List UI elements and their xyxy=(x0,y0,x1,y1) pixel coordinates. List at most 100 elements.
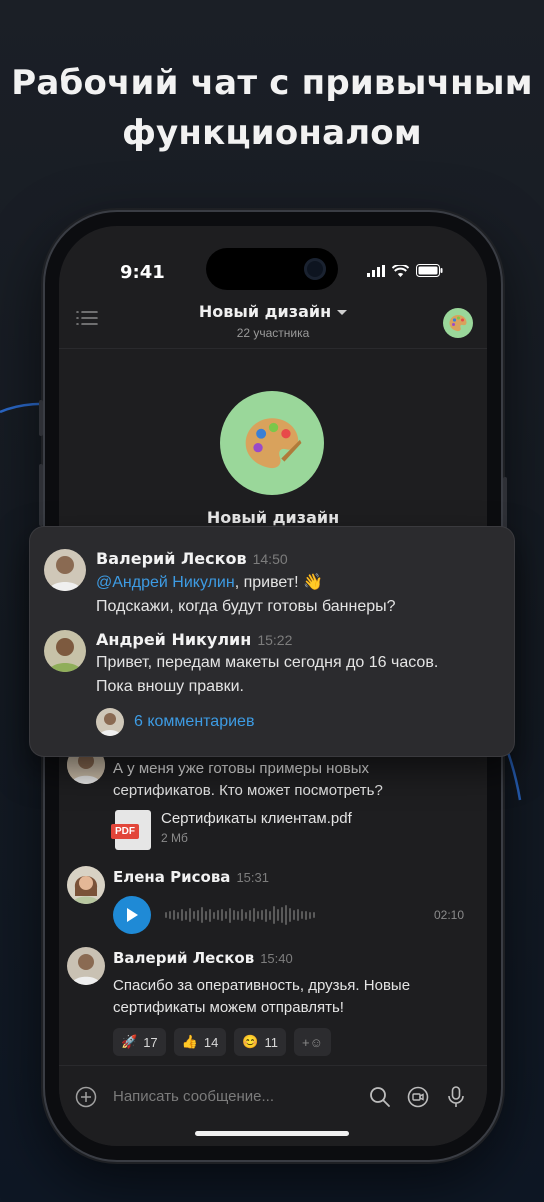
waveform-bar xyxy=(297,909,299,921)
reaction-count: 14 xyxy=(203,1034,219,1050)
plus-icon[interactable] xyxy=(75,1086,97,1108)
waveform-bar xyxy=(305,910,307,920)
waveform-bar xyxy=(197,909,199,921)
add-reaction-icon[interactable]: +☺ xyxy=(302,1035,323,1050)
chat-title[interactable]: Новый дизайн xyxy=(59,302,487,321)
chat-title-text[interactable]: Новый дизайн xyxy=(199,302,331,321)
file-name[interactable]: Сертификаты клиентам.pdf xyxy=(161,810,352,827)
microphone-icon[interactable] xyxy=(447,1086,465,1108)
message-text: Привет, передам макеты сегодня до 16 час… xyxy=(96,651,438,699)
message-header: Елена Рисова 15:31 xyxy=(113,868,269,887)
participants-count: 22 участника xyxy=(236,326,310,340)
reaction-smile[interactable]: 😊 11 xyxy=(234,1028,286,1056)
reaction-thumbs-up[interactable]: 👍 14 xyxy=(173,1028,227,1056)
message-header: Валерий Лесков 14:50 xyxy=(96,549,288,569)
message-header: Валерий Лесков 15:40 xyxy=(113,949,293,968)
reaction-count: 17 xyxy=(143,1034,158,1050)
file-attachment[interactable]: PDF Сертификаты клиентам.pdf 2 Мб xyxy=(111,810,352,850)
user-photo-icon xyxy=(96,708,124,736)
user-photo-icon xyxy=(44,630,86,672)
waveform-bar xyxy=(277,909,279,921)
voice-waveform[interactable] xyxy=(165,900,315,930)
reaction-count: 11 xyxy=(264,1034,279,1050)
message-line: сертификатов. Кто может посмотреть? xyxy=(113,782,383,799)
search-icon[interactable] xyxy=(369,1086,391,1108)
message-line: @Андрей Никулин, привет! 👋 xyxy=(96,571,396,595)
chevron-down-icon[interactable] xyxy=(337,310,348,315)
waveform-bar xyxy=(301,911,303,919)
camera-icon xyxy=(304,258,326,280)
palette-icon xyxy=(449,315,467,332)
waveform-bar xyxy=(273,906,275,924)
message-author[interactable]: Валерий Лесков xyxy=(113,949,254,967)
add-reaction-button[interactable]: +☺ xyxy=(294,1028,331,1056)
waveform-bar xyxy=(309,911,311,919)
signal-icon xyxy=(367,264,385,277)
avatar[interactable] xyxy=(67,947,105,985)
pdf-icon: PDF xyxy=(111,810,151,850)
group-name: Новый дизайн xyxy=(206,508,340,527)
avatar xyxy=(96,708,124,736)
waveform-bar xyxy=(269,910,271,920)
waveform-bar xyxy=(217,910,219,920)
waveform-bar xyxy=(189,908,191,922)
reaction-rocket[interactable]: 🚀 17 xyxy=(113,1028,166,1056)
play-button[interactable] xyxy=(113,896,151,934)
reactions-bar: 🚀 17 👍 14 😊 11 +☺ xyxy=(113,1028,331,1056)
home-indicator[interactable] xyxy=(195,1131,349,1136)
waveform-bar xyxy=(181,909,183,921)
message-input[interactable]: Написать сообщение... xyxy=(113,1088,274,1105)
chat-avatar[interactable] xyxy=(443,308,473,338)
waveform-bar xyxy=(229,907,231,923)
waveform-bar xyxy=(281,907,283,923)
message-composer: Написать сообщение... xyxy=(59,1065,487,1146)
waveform-bar xyxy=(221,909,223,921)
message-text: Спасибо за оперативность, друзья. Новые … xyxy=(113,975,410,1019)
waveform-bar xyxy=(253,908,255,922)
waveform-bar xyxy=(193,911,195,919)
message-line: Привет, передам макеты сегодня до 16 час… xyxy=(96,654,439,671)
waveform-bar xyxy=(177,911,179,919)
status-time: 9:41 xyxy=(120,262,165,283)
waveform-bar xyxy=(313,912,315,918)
voice-duration: 02:10 xyxy=(434,908,465,922)
comments-link[interactable]: 6 комментариев xyxy=(134,713,254,731)
headline-line-1: Рабочий чат с привычным xyxy=(11,63,533,103)
message-author[interactable]: Андрей Никулин xyxy=(96,630,251,649)
message-author[interactable]: Валерий Лесков xyxy=(96,549,247,568)
message-line: Пока вношу правки. xyxy=(96,678,244,695)
avatar[interactable] xyxy=(44,630,86,672)
message-time: 15:40 xyxy=(260,951,293,966)
message-time: 14:50 xyxy=(252,551,288,567)
message-time: 15:22 xyxy=(257,632,293,648)
message-text: А у меня уже готовы примеры новых сертиф… xyxy=(113,758,383,802)
thread-comments[interactable]: 6 комментариев xyxy=(96,708,254,736)
message-text: @Андрей Никулин, привет! 👋 Подскажи, ког… xyxy=(96,571,396,619)
status-icons xyxy=(367,264,443,277)
highlighted-thread-card: Валерий Лесков 14:50 @Андрей Никулин, при… xyxy=(30,527,514,756)
group-avatar xyxy=(220,391,324,495)
video-message-icon[interactable] xyxy=(407,1086,429,1108)
waveform-bar xyxy=(233,910,235,920)
dynamic-island xyxy=(206,248,338,290)
chat-header: Новый дизайн 22 участника xyxy=(59,292,487,349)
user-photo-icon xyxy=(67,866,105,904)
message-author[interactable]: Елена Рисова xyxy=(113,868,230,886)
avatar[interactable] xyxy=(67,866,105,904)
pdf-badge: PDF xyxy=(111,824,139,839)
waveform-bar xyxy=(169,911,171,919)
waveform-bar xyxy=(289,908,291,922)
waveform-bar xyxy=(185,910,187,920)
message-time: 15:31 xyxy=(236,870,269,885)
phone-side-button xyxy=(39,400,43,436)
palette-icon xyxy=(245,418,302,469)
user-mention[interactable]: @Андрей Никулин xyxy=(96,574,235,591)
waveform-bar xyxy=(201,907,203,923)
avatar[interactable] xyxy=(44,549,86,591)
phone-side-button xyxy=(39,464,43,526)
waveform-bar xyxy=(293,910,295,920)
battery-icon xyxy=(416,264,443,277)
smile-icon: 😊 xyxy=(242,1034,259,1049)
message-header: Андрей Никулин 15:22 xyxy=(96,630,292,650)
promo-headline: Рабочий чат с привычным функционалом xyxy=(0,58,544,158)
